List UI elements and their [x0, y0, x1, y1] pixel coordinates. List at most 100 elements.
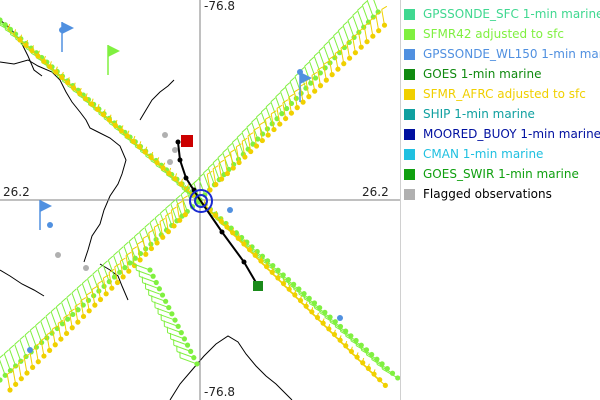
- map-panel[interactable]: -76.8 -76.8 26.2 26.2: [0, 0, 401, 400]
- wind-barb-flag: [198, 173, 204, 179]
- flagged-observation: [172, 147, 178, 153]
- wind-barb-flag: [182, 195, 188, 200]
- observation-dot: [172, 317, 178, 323]
- legend-swatch: [404, 108, 415, 120]
- observation-dot: [114, 279, 121, 286]
- legend-swatch: [404, 148, 415, 160]
- wind-barb-shaft: [97, 269, 105, 287]
- observation-dot: [224, 170, 231, 177]
- flagged-observation: [162, 132, 168, 138]
- observation-dot: [143, 246, 149, 252]
- wind-barb-flag: [118, 246, 124, 252]
- wind-barb-flag: [212, 158, 218, 164]
- flag-shape: [40, 200, 52, 212]
- observation-dot: [352, 50, 359, 56]
- wind-barb-flag: [123, 241, 129, 247]
- legend-item[interactable]: GOES_SWIR 1-min marine: [404, 164, 600, 184]
- legend-item[interactable]: Flagged observations: [404, 184, 600, 204]
- wind-barb-shaft: [313, 55, 321, 74]
- observation-dot: [230, 165, 236, 171]
- wind-barb-flag: [318, 46, 324, 52]
- dropsonde-marker: [227, 207, 233, 213]
- observation-dot: [188, 348, 194, 354]
- wind-barb-flag: [280, 87, 286, 92]
- wind-barb-flag: [288, 93, 295, 98]
- observation-dot: [147, 267, 153, 273]
- wind-barb-flag: [207, 163, 214, 169]
- wind-barb-flag: [256, 112, 262, 118]
- wind-barb-flag: [270, 97, 276, 103]
- observation-dot: [312, 88, 318, 94]
- wind-barb-shaft: [29, 330, 37, 348]
- dropsonde-marker: [47, 222, 53, 228]
- wind-barb-flag: [180, 190, 186, 195]
- wind-barb-flag: [289, 77, 295, 82]
- observation-dot: [80, 313, 87, 320]
- wind-barb-flag: [309, 56, 315, 62]
- left-latitude-label: 26.2: [2, 185, 31, 199]
- observation-dot: [178, 330, 184, 336]
- wind-barb-flag: [170, 199, 176, 205]
- wind-barb-flag: [323, 41, 329, 47]
- legend: GPSSONDE_SFC 1-min marine SFMR42 adjusted…: [404, 4, 600, 204]
- wind-barb-flag: [128, 237, 134, 242]
- legend-item[interactable]: SFMR42 adjusted to sfc: [404, 24, 600, 44]
- wind-barb-flag: [222, 148, 228, 153]
- wind-barb-shaft: [8, 348, 17, 367]
- coastline-segment: [0, 269, 45, 297]
- legend-item[interactable]: GOES 1-min marine: [404, 64, 600, 84]
- observation-dot: [0, 377, 3, 383]
- flagged-observation: [83, 265, 89, 271]
- wind-barb-flag: [137, 240, 143, 245]
- wind-barb-shaft: [40, 320, 48, 339]
- legend-label: MOORED_BUOY 1-min marine: [423, 127, 600, 141]
- legend-item[interactable]: GPSSONDE_WL150 1-min marine: [404, 44, 600, 64]
- wind-barb-flag: [0, 354, 4, 359]
- legend-item[interactable]: CMAN 1-min marine: [404, 144, 600, 164]
- wind-barb-flag: [45, 311, 51, 317]
- wind-barb-flag: [144, 222, 150, 228]
- observation-dot: [165, 229, 171, 235]
- storm-track-point: [183, 175, 189, 181]
- observation-dot: [143, 251, 149, 257]
- wind-barb-flag: [35, 321, 41, 326]
- observation-dot: [194, 361, 200, 367]
- wind-barb-flag: [217, 153, 223, 159]
- observation-dot: [137, 257, 143, 263]
- legend-item[interactable]: SHIP 1-min marine: [404, 104, 600, 124]
- wind-barb-flag: [24, 330, 30, 336]
- flag-icon: [107, 45, 120, 75]
- wind-barb-flag: [333, 31, 339, 37]
- wind-barb-flag: [241, 127, 247, 133]
- wind-barb-shaft: [76, 287, 84, 306]
- sfmr42-track-s: [132, 257, 200, 367]
- legend-label: GPSSONDE_SFC 1-min marine: [423, 7, 600, 21]
- observation-dot: [41, 353, 47, 359]
- observation-dot: [248, 148, 254, 155]
- wind-barb-shaft: [350, 340, 367, 351]
- wind-barb-shaft: [342, 25, 350, 43]
- wind-barb-shaft: [50, 311, 58, 329]
- observation-dot: [35, 359, 41, 365]
- observation-dot: [30, 364, 36, 370]
- observation-dot: [159, 292, 166, 298]
- legend-item[interactable]: GPSSONDE_SFC 1-min marine: [404, 4, 600, 24]
- wind-barb-flag: [14, 340, 20, 345]
- wind-barb-shaft: [14, 344, 22, 362]
- wind-barb-flag: [40, 316, 46, 322]
- wind-barb-flag: [381, 5, 388, 10]
- observation-dot: [358, 44, 364, 50]
- legend-label: Flagged observations: [423, 187, 552, 201]
- wind-barb-shaft: [332, 35, 341, 53]
- wind-barb-flag: [154, 213, 160, 219]
- legend-item[interactable]: SFMR_AFRC adjusted to sfc: [404, 84, 600, 104]
- wind-barb-flag: [337, 26, 344, 32]
- dropsonde-marker: [27, 347, 33, 353]
- observation-dot: [13, 381, 19, 387]
- observation-dot: [395, 375, 400, 381]
- observation-dot: [177, 217, 183, 223]
- map-canvas[interactable]: [0, 0, 400, 400]
- observation-dot: [24, 370, 30, 376]
- wind-barb-flag: [66, 293, 72, 298]
- legend-item[interactable]: MOORED_BUOY 1-min marine: [404, 124, 600, 144]
